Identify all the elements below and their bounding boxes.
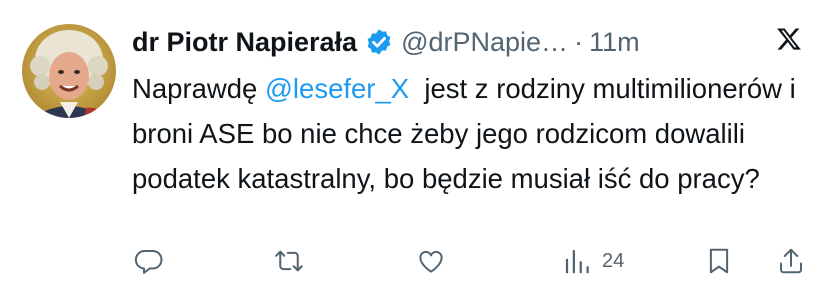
bookmark-button[interactable] [704,246,734,276]
x-logo-icon[interactable] [776,26,802,52]
reply-icon [134,249,163,274]
avatar[interactable] [22,24,116,118]
display-name[interactable]: dr Piotr Napierała [132,24,357,60]
tweet-text: Naprawdę @lesefer_X jest z rodziny multi… [132,66,812,201]
views-button[interactable]: 24 [562,246,624,276]
retweet-button[interactable] [274,246,304,276]
mention-link[interactable]: @lesefer_X [265,73,409,104]
like-button[interactable] [416,246,446,276]
user-handle[interactable]: @drPNapie… [401,24,568,60]
separator-dot: · [574,27,584,57]
verified-badge-icon[interactable] [364,27,394,57]
share-button[interactable] [776,246,806,276]
bookmark-icon [709,248,729,274]
reply-button[interactable] [134,246,164,276]
views-icon [565,249,589,274]
action-bar: 24 [0,246,828,286]
tweet-header: dr Piotr Napierała @drPNapie… · 11m [132,24,640,60]
tweet-card: dr Piotr Napierała @drPNapie… · 11m Napr… [0,0,828,306]
views-count: 24 [602,249,625,272]
timestamp[interactable]: 11m [589,24,640,60]
retweet-icon [275,250,303,272]
like-icon [419,250,443,273]
text-part: Naprawdę [132,73,265,104]
share-icon [780,248,802,274]
